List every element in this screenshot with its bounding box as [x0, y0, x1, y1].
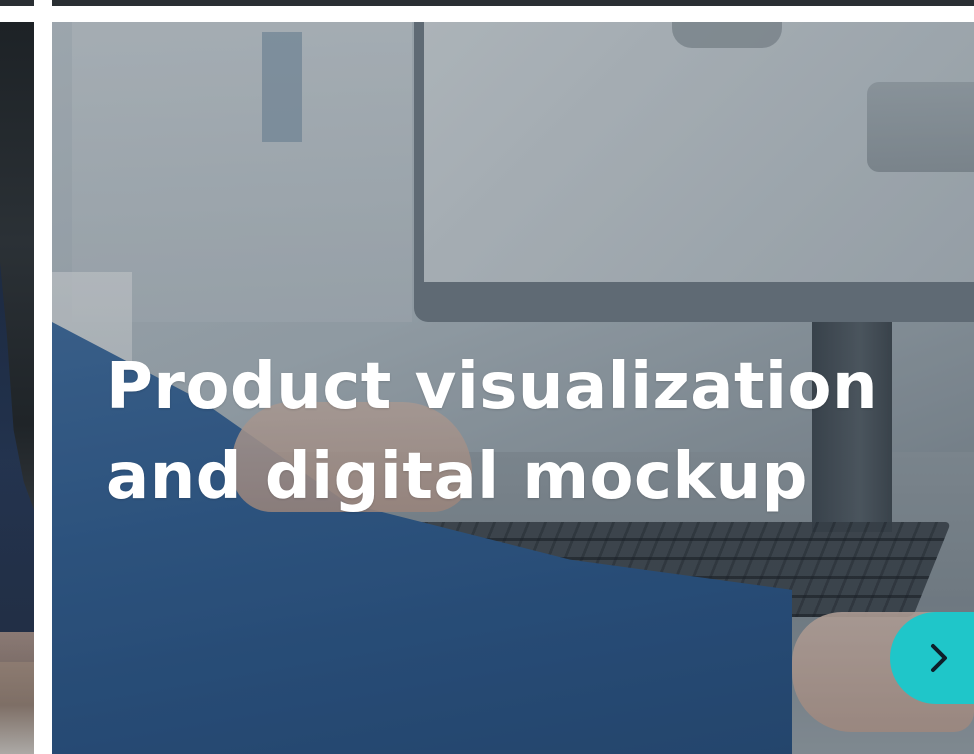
above-card-bottom-edge	[52, 0, 974, 6]
carousel-viewport: Product visualization and digital mockup	[0, 0, 974, 754]
prev-card-bottom-edge	[0, 0, 34, 6]
current-card[interactable]: Product visualization and digital mockup	[52, 22, 974, 754]
previous-card[interactable]	[0, 22, 34, 754]
card-title-line-2: and digital mockup	[106, 440, 808, 514]
top-card-strip	[0, 0, 974, 6]
chevron-right-icon	[931, 644, 947, 672]
card-title: Product visualization and digital mockup	[106, 342, 946, 522]
previous-card-image-hand	[0, 632, 34, 754]
card-gap	[34, 0, 52, 754]
next-slide-button[interactable]	[890, 612, 974, 704]
card-title-line-1: Product visualization	[106, 350, 878, 424]
previous-card-image-sleeve	[0, 262, 34, 662]
